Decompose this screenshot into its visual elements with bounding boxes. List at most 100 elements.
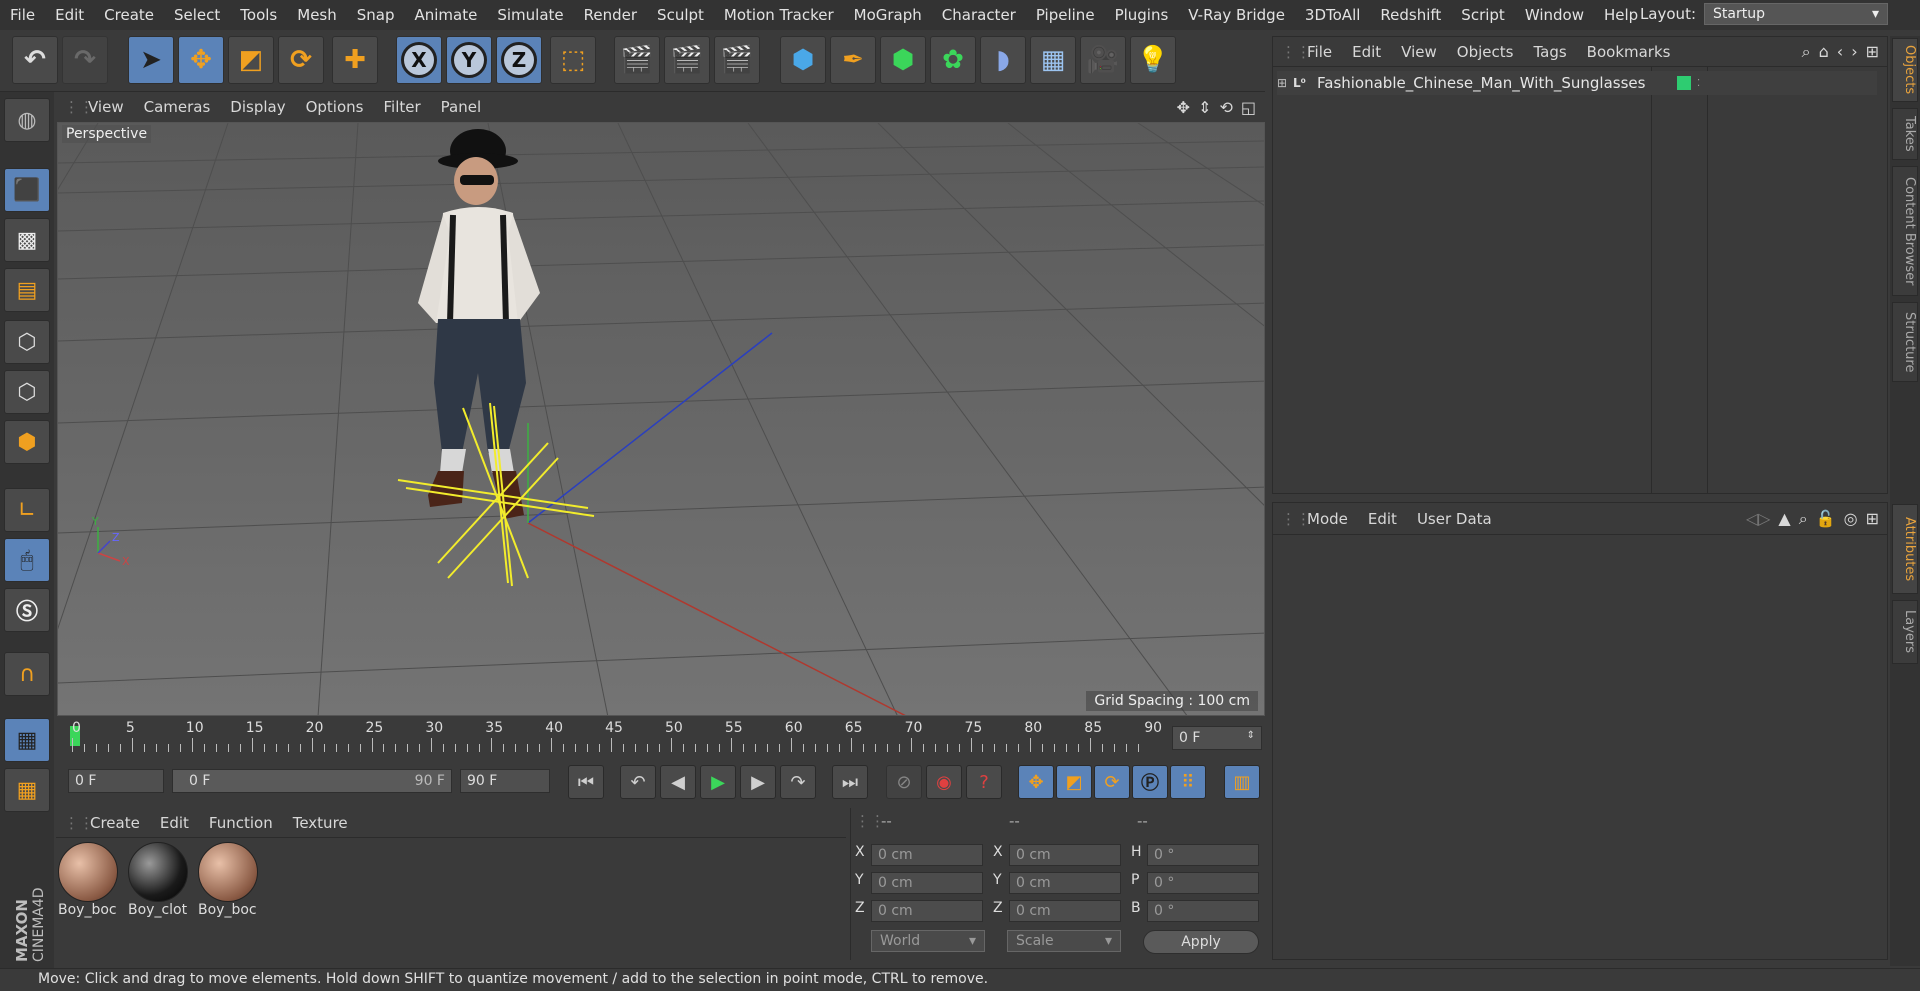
end-frame-field[interactable]: 90 F xyxy=(460,769,550,793)
menu-script[interactable]: Script xyxy=(1451,6,1515,24)
size-z-field[interactable]: 0 cm xyxy=(1009,900,1121,922)
menu-sculpt[interactable]: Sculpt xyxy=(647,6,714,24)
arrow-left-icon[interactable]: ‹ xyxy=(1837,42,1843,62)
material-swatch[interactable]: Boy_clot xyxy=(128,842,190,928)
position-z-field[interactable]: 0 cm xyxy=(871,900,983,922)
key-parameter-button[interactable]: Ⓟ xyxy=(1132,765,1168,799)
lock-workplane-button[interactable]: ▦ xyxy=(4,718,50,762)
timeline-ruler[interactable]: 0 5 10 15 20 25 30 35 40 45 50 55 60 65 70 75 80 85 90 0 F… xyxy=(56,720,1266,756)
viewport-menu-cameras[interactable]: Cameras xyxy=(134,98,221,116)
arrow-right-icon[interactable]: › xyxy=(1851,42,1857,62)
tab-layers[interactable]: Layers xyxy=(1892,600,1918,664)
subdivision-button[interactable]: ⬢ xyxy=(880,36,926,84)
tab-takes[interactable]: Takes xyxy=(1892,108,1918,160)
solo-button[interactable]: Ⓢ xyxy=(4,588,50,632)
render-dots-icon[interactable]: ⁚ xyxy=(1697,78,1700,89)
menu-pipeline[interactable]: Pipeline xyxy=(1026,6,1105,24)
cursor-up-icon[interactable]: ▲ xyxy=(1778,509,1790,529)
tab-attributes[interactable]: Attributes xyxy=(1892,504,1918,594)
points-mode-button[interactable]: ⬡ xyxy=(4,320,50,364)
next-key-button[interactable]: ↷ xyxy=(780,765,816,799)
menu-edit[interactable]: Edit xyxy=(45,6,94,24)
transform-tool-button[interactable]: ✚ xyxy=(332,36,378,84)
viewport-zoom-icon[interactable]: ⇕ xyxy=(1198,98,1211,117)
objects-menu-view[interactable]: View xyxy=(1391,43,1447,61)
menu-3dtoall[interactable]: 3DToAll xyxy=(1295,6,1370,24)
live-selection-button[interactable]: ➤ xyxy=(128,36,174,84)
camera-button[interactable]: 🎥 xyxy=(1080,36,1126,84)
viewport-menu-filter[interactable]: Filter xyxy=(373,98,430,116)
scale-tool-button[interactable]: ◩ xyxy=(228,36,274,84)
rotation-h-field[interactable]: 0 ° xyxy=(1147,844,1259,866)
size-y-field[interactable]: 0 cm xyxy=(1009,872,1121,894)
position-y-field[interactable]: 0 cm xyxy=(871,872,983,894)
viewport-menu-options[interactable]: Options xyxy=(296,98,374,116)
x-axis-button[interactable]: X xyxy=(396,36,442,84)
menu-create[interactable]: Create xyxy=(94,6,164,24)
material-menu-create[interactable]: Create xyxy=(80,814,150,832)
previous-key-button[interactable]: ↶ xyxy=(620,765,656,799)
tab-objects[interactable]: Objects xyxy=(1892,38,1918,102)
render-picture-viewer-button[interactable]: 🎬 xyxy=(664,36,710,84)
attributes-menu-mode[interactable]: Mode xyxy=(1297,510,1358,528)
object-row[interactable]: ⊞ L⁰ Fashionable_Chinese_Man_With_Sungla… xyxy=(1277,71,1877,95)
viewport-menu-panel[interactable]: Panel xyxy=(431,98,491,116)
object-name[interactable]: Fashionable_Chinese_Man_With_Sunglasses xyxy=(1317,74,1663,92)
menu-mesh[interactable]: Mesh xyxy=(287,6,347,24)
size-x-field[interactable]: 0 cm xyxy=(1009,844,1121,866)
planar-workplane-button[interactable]: ▦ xyxy=(4,768,50,812)
rotation-b-field[interactable]: 0 ° xyxy=(1147,900,1259,922)
menu-character[interactable]: Character xyxy=(932,6,1026,24)
menu-select[interactable]: Select xyxy=(164,6,230,24)
tweak-mode-button[interactable]: 🖱 xyxy=(4,538,50,582)
menu-file[interactable]: File xyxy=(0,6,45,24)
material-menu-edit[interactable]: Edit xyxy=(150,814,199,832)
z-axis-button[interactable]: Z xyxy=(496,36,542,84)
viewport-menu-display[interactable]: Display xyxy=(220,98,295,116)
tab-content-browser[interactable]: Content Browser xyxy=(1892,166,1918,296)
y-axis-button[interactable]: Y xyxy=(446,36,492,84)
visibility-dots-icon[interactable] xyxy=(1677,76,1691,90)
cloner-button[interactable]: ✿ xyxy=(930,36,976,84)
render-settings-button[interactable]: 🎬 xyxy=(714,36,760,84)
menu-window[interactable]: Window xyxy=(1515,6,1594,24)
cube-primitive-button[interactable]: ⬢ xyxy=(780,36,826,84)
workplane-mode-button[interactable]: ▤ xyxy=(4,268,50,312)
frame-range-slider[interactable]: 0 F 90 F xyxy=(172,769,452,793)
objects-menu-file[interactable]: File xyxy=(1297,43,1342,61)
menu-redshift[interactable]: Redshift xyxy=(1370,6,1451,24)
menu-motion-tracker[interactable]: Motion Tracker xyxy=(714,6,844,24)
go-to-start-button[interactable]: ⏮ xyxy=(568,765,604,799)
viewport-menu-view[interactable]: View xyxy=(78,98,134,116)
go-to-end-button[interactable]: ⏭ xyxy=(832,765,868,799)
render-view-button[interactable]: 🎬 xyxy=(614,36,660,84)
search-icon[interactable]: ⌕ xyxy=(1802,42,1811,62)
start-frame-field[interactable]: 0 F xyxy=(68,769,164,793)
objects-menu-tags[interactable]: Tags xyxy=(1523,43,1576,61)
objects-menu-objects[interactable]: Objects xyxy=(1447,43,1524,61)
redo-button[interactable]: ↷ xyxy=(62,36,108,84)
menu-render[interactable]: Render xyxy=(574,6,647,24)
menu-snap[interactable]: Snap xyxy=(347,6,405,24)
viewport-rotate-icon[interactable]: ⟲ xyxy=(1219,98,1232,117)
material-swatch[interactable]: Boy_boc xyxy=(198,842,260,928)
play-button[interactable]: ▶ xyxy=(700,765,736,799)
menu-tools[interactable]: Tools xyxy=(230,6,287,24)
keyframe-selection-button[interactable]: ? xyxy=(966,765,1002,799)
autokey-button[interactable]: ◉ xyxy=(926,765,962,799)
undo-button[interactable]: ↶ xyxy=(12,36,58,84)
home-icon[interactable]: ⌂ xyxy=(1819,42,1829,62)
key-scale-button[interactable]: ◩ xyxy=(1056,765,1092,799)
key-rotation-button[interactable]: ⟳ xyxy=(1094,765,1130,799)
menu-animate[interactable]: Animate xyxy=(405,6,488,24)
objects-menu-bookmarks[interactable]: Bookmarks xyxy=(1577,43,1681,61)
polygons-mode-button[interactable]: ⬢ xyxy=(4,420,50,464)
floor-button[interactable]: ▦ xyxy=(1030,36,1076,84)
lock-icon[interactable]: 🔓 xyxy=(1816,509,1836,529)
search-icon[interactable]: ⌕ xyxy=(1799,509,1808,529)
layout-dropdown[interactable]: Startup ▾ xyxy=(1704,3,1888,25)
material-menu-function[interactable]: Function xyxy=(199,814,283,832)
next-frame-button[interactable]: ▶ xyxy=(740,765,776,799)
record-active-button[interactable]: ⊘ xyxy=(886,765,922,799)
viewport-pan-icon[interactable]: ✥ xyxy=(1177,98,1190,117)
